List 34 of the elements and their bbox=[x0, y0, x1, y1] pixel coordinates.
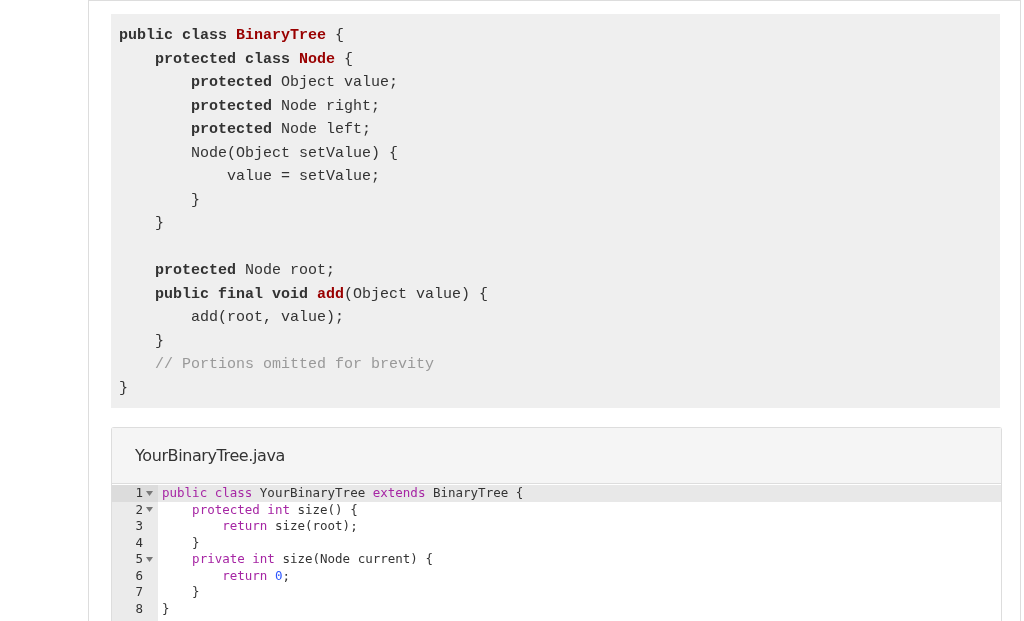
code-line: } bbox=[154, 331, 164, 352]
code-line[interactable]: return 0; bbox=[162, 567, 290, 583]
code-line: } bbox=[154, 214, 164, 234]
code-line: Node(Object setValue) { bbox=[190, 143, 399, 164]
code-line: } bbox=[119, 378, 128, 399]
fold-caret-icon[interactable] bbox=[146, 556, 153, 562]
code-line[interactable]: protected int size() { bbox=[162, 501, 358, 517]
line-number: 7 bbox=[135, 584, 144, 601]
code-line[interactable]: } bbox=[162, 534, 200, 550]
code-line: public final void add(Object value) { bbox=[154, 284, 489, 305]
code-line: value = setValue; bbox=[226, 167, 381, 187]
fold-caret-icon[interactable] bbox=[146, 507, 153, 513]
line-number: 6 bbox=[135, 567, 144, 584]
code-line: protected class Node { bbox=[154, 49, 354, 70]
line-number: 8 bbox=[135, 600, 144, 617]
code-line[interactable]: } bbox=[162, 584, 200, 599]
code-line: public class BinaryTree { bbox=[119, 26, 345, 46]
line-number: 2 bbox=[135, 501, 144, 518]
code-line: protected Node right; bbox=[190, 96, 381, 117]
line-number: 1 bbox=[135, 485, 144, 502]
code-line: protected Node left; bbox=[190, 120, 372, 140]
code-line: protected Object value; bbox=[190, 73, 399, 93]
line-number: 5 bbox=[135, 551, 144, 568]
code-line: } bbox=[190, 190, 200, 211]
file-name: YourBinaryTree.java bbox=[135, 446, 285, 465]
code-line: add(root, value); bbox=[190, 308, 345, 328]
code-line: protected Node root; bbox=[154, 261, 336, 281]
fold-caret-icon[interactable] bbox=[146, 490, 153, 496]
code-line[interactable]: private int size(Node current) { bbox=[162, 551, 433, 566]
code-line: // Portions omitted for brevity bbox=[154, 355, 435, 375]
code-line[interactable]: return size(root); bbox=[162, 518, 358, 533]
line-number: 3 bbox=[135, 518, 144, 535]
line-number: 4 bbox=[135, 534, 144, 551]
code-line[interactable]: } bbox=[162, 600, 170, 616]
